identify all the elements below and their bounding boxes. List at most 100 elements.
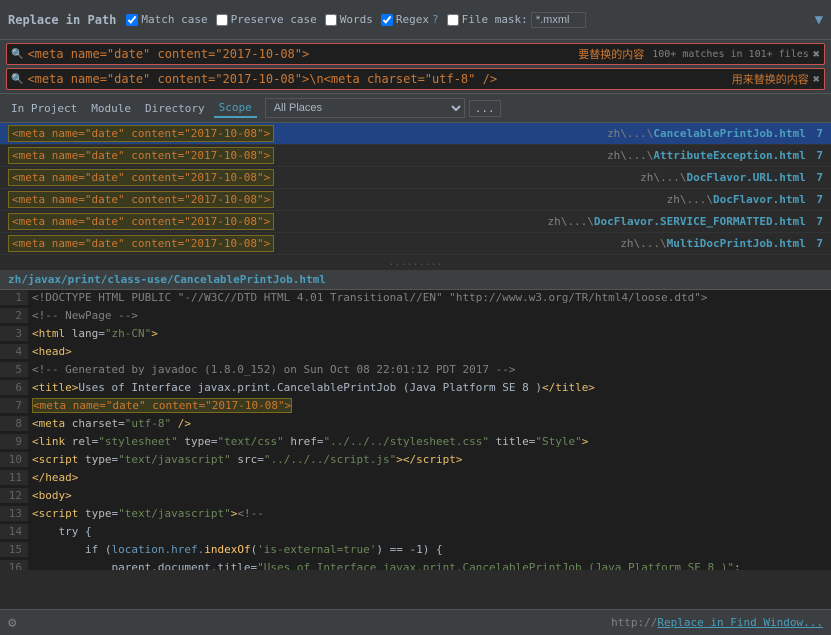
result-code: <meta name="date" content="2017-10-08">	[8, 235, 274, 252]
result-path: zh\...\CancelablePrintJob.html 7	[607, 127, 823, 140]
line-number: 8	[0, 416, 28, 431]
line-number: 5	[0, 362, 28, 377]
regex-checkbox[interactable]	[381, 14, 393, 26]
matches-label: 100+ matches in 101+ files	[652, 49, 809, 60]
line-content: parent.document.title="Uses of Interface…	[28, 560, 831, 570]
code-line: 9 <link rel="stylesheet" type="text/css"…	[0, 434, 831, 452]
replace-input[interactable]	[27, 72, 723, 86]
code-line: 6 <title>Uses of Interface javax.print.C…	[0, 380, 831, 398]
line-number: 6	[0, 380, 28, 395]
code-line: 8 <meta charset="utf-8" />	[0, 416, 831, 434]
find-icon: 🔍	[11, 49, 23, 60]
scope-tab-scope[interactable]: Scope	[214, 99, 257, 118]
regex-label[interactable]: Regex	[396, 13, 429, 26]
code-line: 5 <!-- Generated by javadoc (1.8.0_152) …	[0, 362, 831, 380]
result-path: zh\...\DocFlavor.URL.html 7	[640, 171, 823, 184]
result-row[interactable]: <meta name="date" content="2017-10-08"> …	[0, 167, 831, 189]
result-num: 7	[816, 149, 823, 162]
code-line: 16 parent.document.title="Uses of Interf…	[0, 560, 831, 570]
result-num: 7	[816, 237, 823, 250]
result-num: 7	[816, 193, 823, 206]
result-row[interactable]: <meta name="date" content="2017-10-08"> …	[0, 189, 831, 211]
result-filename: DocFlavor.html	[713, 193, 806, 206]
file-mask-label: File mask:	[462, 13, 528, 26]
scope-tab-directory[interactable]: Directory	[140, 100, 210, 117]
replace-clear-icon[interactable]: ✖	[813, 72, 820, 86]
bottom-link[interactable]: Replace in Find Window...	[657, 616, 823, 629]
line-number: 12	[0, 488, 28, 503]
file-path-prefix: zh/javax/print/class-use/	[8, 273, 174, 286]
file-mask-input[interactable]	[531, 12, 586, 28]
preserve-case-label[interactable]: Preserve case	[231, 13, 317, 26]
find-input[interactable]	[27, 47, 570, 61]
result-path: zh\...\MultiDocPrintJob.html 7	[620, 237, 823, 250]
result-filename: DocFlavor.URL.html	[687, 171, 806, 184]
regex-question: ?	[432, 13, 439, 26]
line-number: 11	[0, 470, 28, 485]
result-code: <meta name="date" content="2017-10-08">	[8, 147, 274, 164]
result-row[interactable]: <meta name="date" content="2017-10-08"> …	[0, 211, 831, 233]
line-content: <html lang="zh-CN">	[28, 326, 831, 341]
line-content: <meta charset="utf-8" />	[28, 416, 831, 431]
scope-row: In Project Module Directory Scope All Pl…	[0, 94, 831, 123]
result-row[interactable]: <meta name="date" content="2017-10-08"> …	[0, 145, 831, 167]
search-section: 🔍 要替换的内容 100+ matches in 101+ files ✖ 🔍 …	[0, 40, 831, 94]
line-content: <body>	[28, 488, 831, 503]
words-label[interactable]: Words	[340, 13, 373, 26]
scope-select[interactable]: All Places Project Files Open Files	[265, 98, 465, 118]
code-line: 12 <body>	[0, 488, 831, 506]
line-number: 9	[0, 434, 28, 449]
replace-row: 🔍 用来替换的内容 ✖	[6, 68, 825, 90]
file-mask-checkbox[interactable]	[447, 14, 459, 26]
result-row[interactable]: <meta name="date" content="2017-10-08"> …	[0, 123, 831, 145]
line-number: 3	[0, 326, 28, 341]
match-case-group: Match case	[126, 13, 207, 26]
result-filename: MultiDocPrintJob.html	[667, 237, 806, 250]
code-line: 10 <script type="text/javascript" src=".…	[0, 452, 831, 470]
scope-tab-in-project[interactable]: In Project	[6, 100, 82, 117]
result-code: <meta name="date" content="2017-10-08">	[8, 191, 274, 208]
match-case-checkbox[interactable]	[126, 14, 138, 26]
code-line: 7 <meta name="date" content="2017-10-08"…	[0, 398, 831, 416]
line-content: <script type="text/javascript"><!--	[28, 506, 831, 521]
replace-hint: 用来替换的内容	[732, 71, 809, 87]
filter-icon[interactable]: ▼	[815, 12, 823, 28]
match-case-label[interactable]: Match case	[141, 13, 207, 26]
line-content: <script type="text/javascript" src="../.…	[28, 452, 831, 467]
code-line: 3 <html lang="zh-CN">	[0, 326, 831, 344]
line-number: 16	[0, 560, 28, 570]
words-checkbox[interactable]	[325, 14, 337, 26]
line-number: 7	[0, 398, 28, 413]
gear-icon[interactable]: ⚙	[8, 615, 16, 631]
code-line: 11 </head>	[0, 470, 831, 488]
result-path: zh\...\AttributeException.html 7	[607, 149, 823, 162]
scope-dots-button[interactable]: ...	[469, 100, 501, 117]
preserve-case-group: Preserve case	[216, 13, 317, 26]
line-number: 10	[0, 452, 28, 467]
words-group: Words	[325, 13, 373, 26]
result-row[interactable]: <meta name="date" content="2017-10-08"> …	[0, 233, 831, 255]
code-line: 1 <!DOCTYPE HTML PUBLIC "-//W3C//DTD HTM…	[0, 290, 831, 308]
find-clear-icon[interactable]: ✖	[813, 47, 820, 61]
scope-tab-module[interactable]: Module	[86, 100, 136, 117]
result-path: zh\...\DocFlavor.SERVICE_FORMATTED.html …	[547, 215, 823, 228]
toolbar: Replace in Path Match case Preserve case…	[0, 0, 831, 40]
result-filename: DocFlavor.SERVICE_FORMATTED.html	[594, 215, 806, 228]
result-filename: CancelablePrintJob.html	[653, 127, 805, 140]
line-content: </head>	[28, 470, 831, 485]
find-hint: 要替换的内容	[578, 46, 644, 62]
line-number: 14	[0, 524, 28, 539]
code-line: 15 if (location.href.indexOf('is-externa…	[0, 542, 831, 560]
result-code: <meta name="date" content="2017-10-08">	[8, 169, 274, 186]
results-list: <meta name="date" content="2017-10-08"> …	[0, 123, 831, 255]
line-number: 15	[0, 542, 28, 557]
result-num: 7	[816, 127, 823, 140]
bottom-bar: ⚙ http://Replace in Find Window...	[0, 609, 831, 635]
line-content: <link rel="stylesheet" type="text/css" h…	[28, 434, 831, 449]
file-path-filename: CancelablePrintJob.html	[174, 273, 326, 286]
line-number: 13	[0, 506, 28, 521]
code-line: 2 <!-- NewPage -->	[0, 308, 831, 326]
more-indicator: .........	[0, 255, 831, 270]
result-path: zh\...\DocFlavor.html 7	[667, 193, 823, 206]
preserve-case-checkbox[interactable]	[216, 14, 228, 26]
